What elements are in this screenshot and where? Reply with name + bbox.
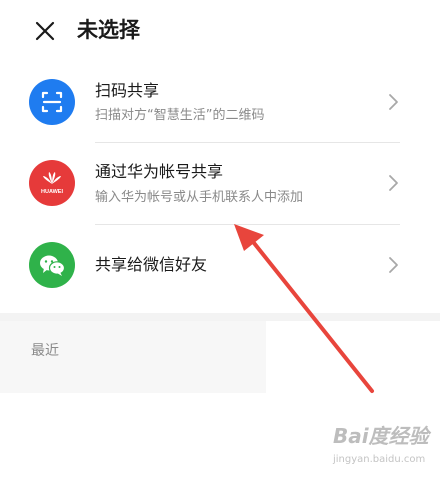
scan-qr-icon bbox=[29, 79, 75, 125]
close-icon bbox=[35, 21, 55, 41]
share-option-scan[interactable]: 扫码共享 扫描对方“智慧生活”的二维码 bbox=[0, 62, 440, 142]
baidu-jingyan-watermark: Bai度经验 jingyan.baidu.com bbox=[333, 423, 433, 473]
share-option-label: 共享给微信好友 bbox=[95, 255, 208, 274]
section-separator bbox=[0, 313, 440, 321]
watermark-logo: Bai度经验 bbox=[333, 424, 429, 448]
header: 未选择 bbox=[0, 0, 440, 62]
share-option-subtitle: 输入华为帐号或从手机联系人中添加 bbox=[95, 190, 304, 205]
chevron-right-icon bbox=[389, 94, 398, 110]
share-option-subtitle: 扫描对方“智慧生活”的二维码 bbox=[95, 108, 265, 123]
huawei-logo-text: HUAWEI bbox=[41, 189, 63, 195]
recent-label: 最近 bbox=[31, 343, 59, 359]
share-option-label: 扫码共享 bbox=[95, 81, 160, 100]
watermark-url: jingyan.baidu.com bbox=[333, 454, 426, 465]
share-option-wechat[interactable]: 共享给微信好友 bbox=[0, 225, 440, 305]
wechat-icon bbox=[29, 242, 75, 288]
huawei-logo-icon: HUAWEI bbox=[29, 160, 75, 206]
share-option-label: 通过华为帐号共享 bbox=[95, 162, 224, 181]
page-title: 未选择 bbox=[77, 18, 140, 42]
chevron-right-icon bbox=[389, 175, 398, 191]
share-option-huawei-account[interactable]: HUAWEI 通过华为帐号共享 输入华为帐号或从手机联系人中添加 bbox=[0, 143, 440, 223]
close-button[interactable] bbox=[34, 20, 56, 42]
chevron-right-icon bbox=[389, 257, 398, 273]
